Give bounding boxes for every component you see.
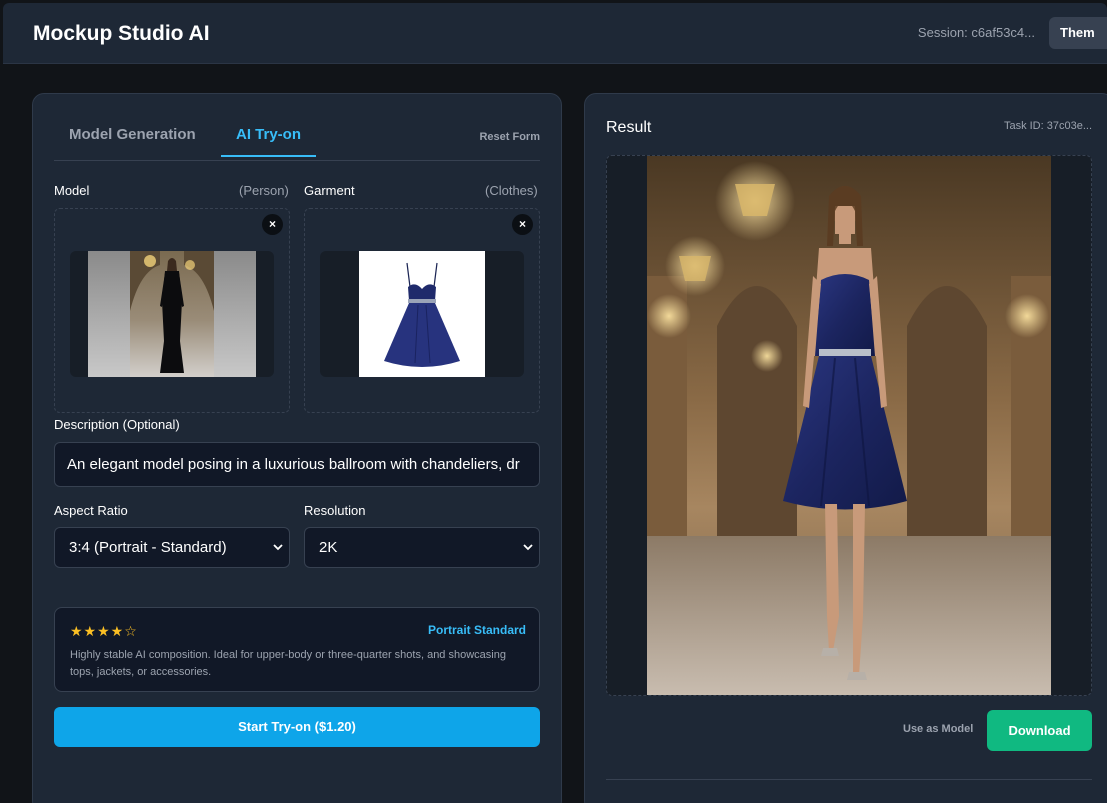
aspect-ratio-value: 3:4 (Portrait - Standard) (69, 539, 227, 556)
session-id: Session: c6af53c4... (917, 25, 1035, 40)
model-hint: (Person) (239, 183, 289, 198)
result-image-frame (606, 155, 1092, 696)
use-as-model-button[interactable]: Use as Model (903, 723, 973, 735)
description-input[interactable]: An elegant model posing in a luxurious b… (54, 442, 540, 487)
tab-ai-try-on[interactable]: AI Try-on (221, 126, 317, 157)
tab-model-generation[interactable]: Model Generation (69, 126, 196, 143)
rating-stars: ★★★★☆ (70, 623, 138, 639)
divider (606, 779, 1092, 780)
model-preview-image (88, 251, 256, 377)
aspect-tag: Portrait Standard (427, 623, 526, 637)
model-label: Model (54, 183, 90, 198)
remove-model-button[interactable]: × (262, 214, 283, 235)
download-button[interactable]: Download (987, 710, 1092, 751)
top-bar: Mockup Studio AI Session: c6af53c4... Th… (3, 3, 1107, 64)
reset-form-button[interactable]: Reset Form (479, 131, 540, 143)
resolution-select[interactable]: 2K (304, 527, 540, 568)
aspect-ratio-select[interactable]: 3:4 (Portrait - Standard) (54, 527, 290, 568)
aspect-ratio-label: Aspect Ratio (54, 503, 128, 518)
chevron-down-icon (273, 544, 283, 551)
garment-preview (320, 251, 524, 377)
resolution-value: 2K (319, 539, 338, 556)
theme-toggle-button[interactable]: Them (1049, 17, 1107, 49)
aspect-info-card: ★★★★☆ Portrait Standard Highly stable AI… (54, 607, 540, 692)
model-preview (70, 251, 274, 377)
garment-preview-image (359, 251, 485, 377)
result-panel: Result Task ID: 37c03e... Use as Model D… (584, 93, 1107, 803)
result-title: Result (606, 119, 652, 136)
resolution-label: Resolution (304, 503, 366, 518)
remove-garment-button[interactable]: × (512, 214, 533, 235)
description-label: Description (Optional) (54, 417, 180, 432)
mode-tabs: Model Generation AI Try-on Reset Form (54, 94, 540, 161)
input-panel: Model Generation AI Try-on Reset Form Mo… (32, 93, 562, 803)
result-image (647, 156, 1051, 695)
garment-label: Garment (304, 183, 355, 198)
aspect-description: Highly stable AI composition. Ideal for … (70, 649, 506, 678)
task-id: Task ID: 37c03e... (1003, 120, 1092, 132)
garment-upload-area[interactable]: × (304, 208, 540, 413)
start-try-on-button[interactable]: Start Try-on ($1.20) (54, 707, 540, 747)
chevron-down-icon (523, 544, 533, 551)
app-title: Mockup Studio AI (33, 22, 210, 45)
garment-hint: (Clothes) (485, 183, 538, 198)
model-upload-area[interactable]: × (54, 208, 290, 413)
